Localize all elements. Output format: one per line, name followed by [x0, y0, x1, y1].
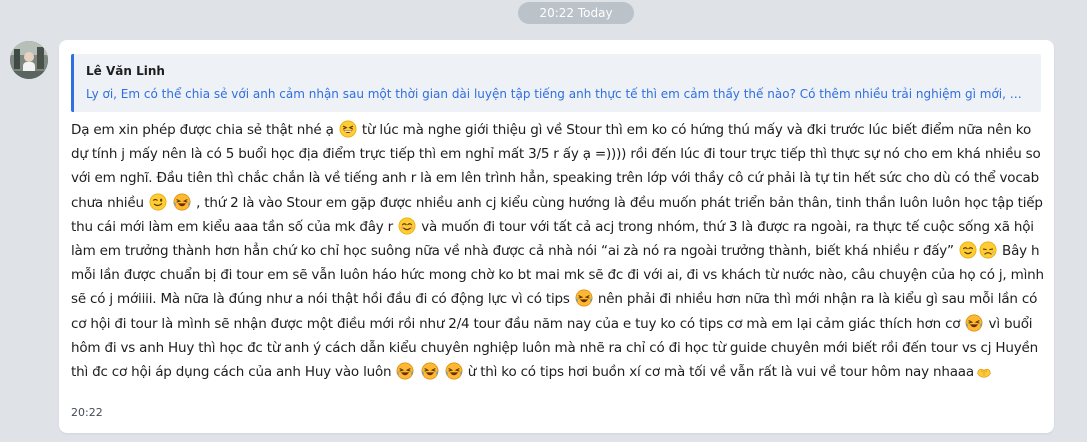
winking-face-icon	[149, 193, 167, 211]
smiling-face-icon	[398, 217, 416, 235]
laughing-crying-face-icon	[421, 362, 439, 380]
heart-hands-icon	[977, 368, 991, 378]
laughing-crying-face-icon	[173, 193, 191, 211]
message-bubble: Lê Văn Linh Ly ơi, Em có thể chia sẻ với…	[59, 40, 1054, 433]
grinning-squinting-face-icon	[339, 120, 357, 138]
date-separator: 20:22 Today	[518, 2, 634, 24]
laughing-crying-face-icon	[575, 289, 593, 307]
quote-text: Ly ơi, Em có thể chia sẻ với anh cảm nhậ…	[86, 87, 1028, 101]
avatar[interactable]	[10, 41, 48, 79]
laughing-crying-face-icon	[445, 362, 463, 380]
quote-author: Lê Văn Linh	[86, 64, 165, 78]
laughing-crying-face-icon	[397, 362, 414, 380]
message-segment: ừ thì ko có tips hơi buồn xí cơ mà tối v…	[463, 364, 974, 381]
message-timestamp: 20:22	[71, 406, 103, 419]
quoted-message[interactable]: Lê Văn Linh Ly ơi, Em có thể chia sẻ với…	[71, 54, 1041, 112]
message-text: Dạ em xin phép được chia sẻ thật nhé ạ t…	[71, 118, 1046, 384]
message-segment: Dạ em xin phép được chia sẻ thật nhé ạ	[71, 122, 334, 138]
downcast-face-icon	[979, 241, 997, 259]
smiling-face-icon	[959, 241, 977, 259]
laughing-crying-face-icon	[966, 314, 983, 332]
